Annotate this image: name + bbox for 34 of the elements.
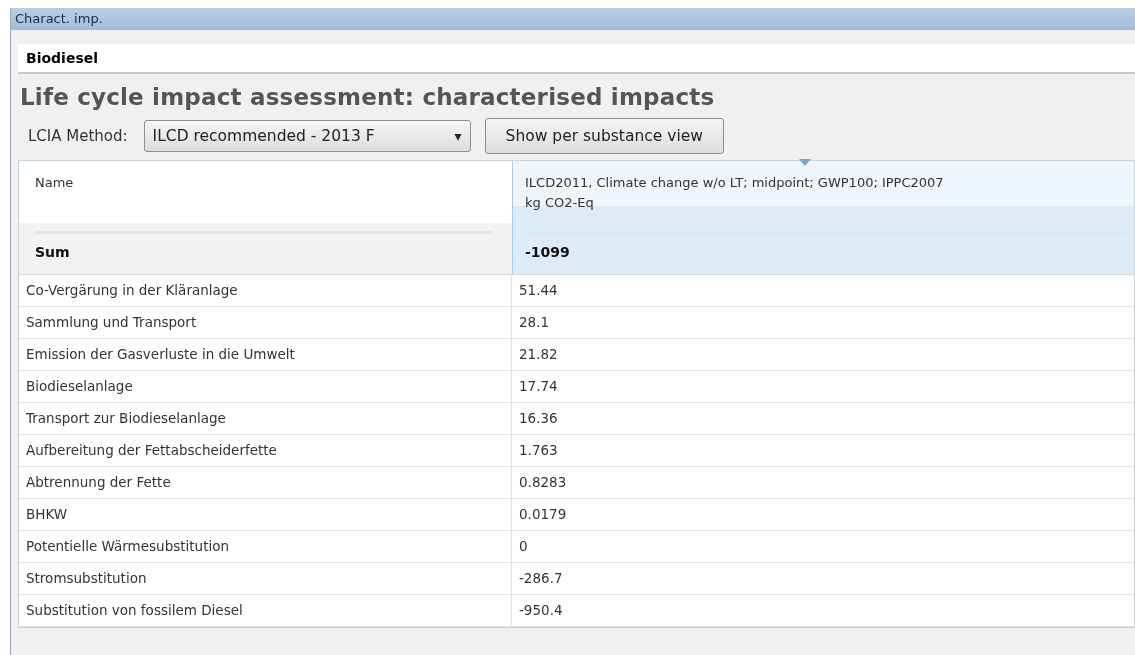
table-cell: Stromsubstitution xyxy=(19,563,512,594)
table-cell-text: 21.82 xyxy=(518,345,559,364)
table-cell: BHKW xyxy=(19,499,512,530)
table-cell-text: 1.763 xyxy=(518,441,559,460)
per-substance-button[interactable]: Show per substance view xyxy=(484,118,724,154)
table-cell-text: 17.74 xyxy=(518,377,559,396)
table-cell: Sammlung und Transport xyxy=(19,307,512,338)
column-title: ILCD2011, Climate change w/o LT; midpoint; GWP100; IPPC2007 xyxy=(525,174,945,192)
table-cell-text: 51.44 xyxy=(518,281,559,300)
table-cell: Aufbereitung der Fettabscheiderfette xyxy=(19,435,512,466)
table-cell: Substitution von fossilem Diesel xyxy=(19,595,512,626)
window-title: Charact. imp. xyxy=(15,11,103,26)
column-header[interactable]: ILCD2011, Climate change w/o LT; midpoint; GWP100; IPPC2007 kg CO2-Eq -1099 xyxy=(512,161,1134,274)
table-cell: Co-Vergärung in der Kläranlage xyxy=(19,275,512,306)
editor-tab[interactable]: Biodiesel xyxy=(18,44,1135,74)
sum-cell-text: -1099 xyxy=(525,244,571,262)
table-cell-text: 0.0179 xyxy=(518,505,568,524)
table-cell-text: 0.8283 xyxy=(518,473,568,492)
table-cell: Emission der Gasverluste in die Umwelt xyxy=(19,339,512,370)
column-title: Name xyxy=(35,174,75,192)
table-cell: Potentielle Wärmesubstitution xyxy=(19,531,512,562)
table-cell: Abtrennung der Fette xyxy=(19,467,512,498)
page-heading: Life cycle impact assessment: characterised impacts xyxy=(19,83,716,112)
table-cell: Biodieselanlage xyxy=(19,371,512,402)
table-cell-text: -950.4 xyxy=(518,601,564,620)
method-label: LCIA Method: xyxy=(28,127,128,145)
table-cell: Transport zur Biodieselanlage xyxy=(19,403,512,434)
table-cell-text: -286.7 xyxy=(518,569,564,588)
sum-cell-text: Sum xyxy=(35,244,71,262)
table-cell-text: 0 xyxy=(518,537,529,556)
table-cell-text: 16.36 xyxy=(518,409,559,428)
column-unit: kg CO2-Eq xyxy=(525,194,595,212)
table-cell-text: 28.1 xyxy=(518,313,551,332)
method-dropdown[interactable]: ILCD recommended - 2013 F ▾ xyxy=(143,120,471,152)
